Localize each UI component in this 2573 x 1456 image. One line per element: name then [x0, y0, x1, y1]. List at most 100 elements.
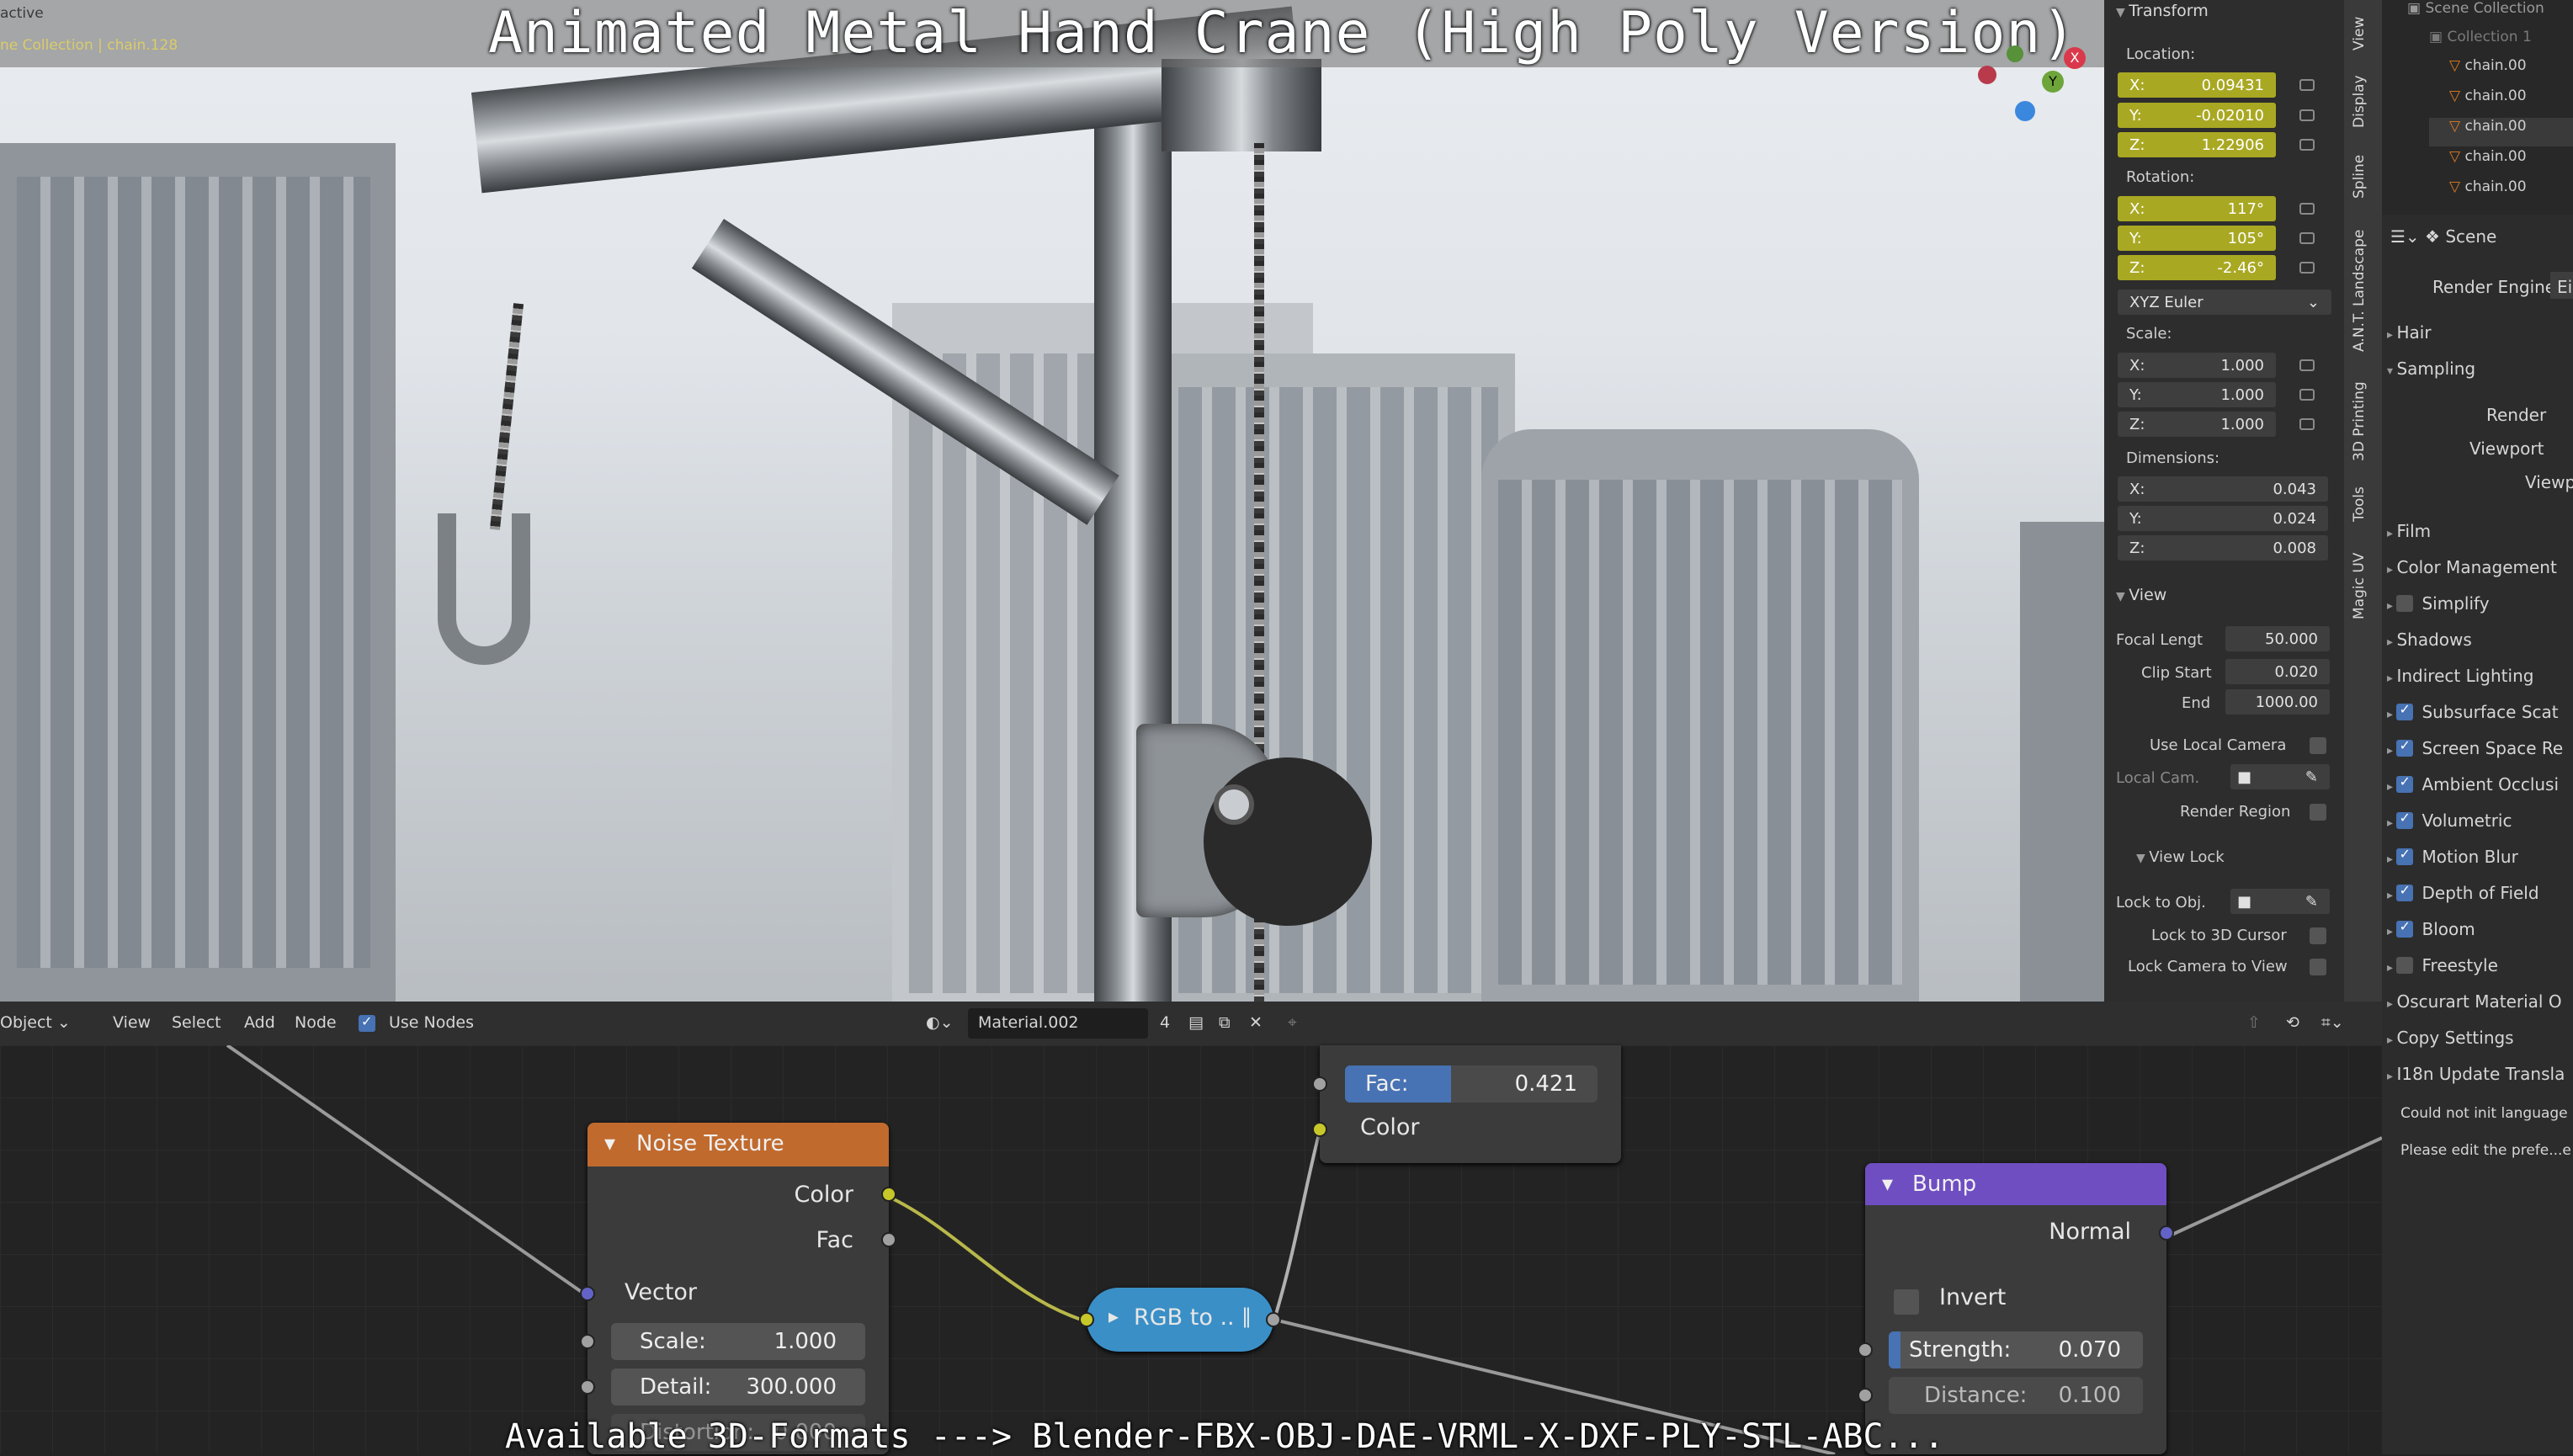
view-header[interactable]: ▼ View: [2116, 586, 2166, 604]
detail-field[interactable]: Detail: 300.000: [611, 1368, 865, 1406]
section-checkbox[interactable]: ✓: [2396, 846, 2414, 865]
focal-length-field[interactable]: 50.000: [2225, 626, 2330, 651]
mix-node[interactable]: Fac: 0.421 Color: [1312, 1045, 1621, 1163]
section-checkbox[interactable]: ✓: [2396, 810, 2414, 829]
outliner-item[interactable]: ▽ chain.00: [2429, 118, 2573, 146]
mode-select[interactable]: Object ⌄: [0, 1013, 71, 1032]
navigation-gizmo[interactable]: X Y: [1961, 34, 2087, 126]
section-checkbox[interactable]: ✓: [2396, 737, 2414, 757]
lock-icon[interactable]: [2299, 359, 2315, 371]
local-cam-field[interactable]: ■ ✎: [2230, 764, 2330, 789]
socket-normal-out[interactable]: [2159, 1225, 2174, 1241]
lock-camera-checkbox[interactable]: [2310, 959, 2326, 975]
section-checkbox[interactable]: ✓: [2396, 773, 2414, 793]
section-indirect-lighting[interactable]: ▸ Indirect Lighting: [2387, 666, 2533, 699]
section-ambient-occlusi[interactable]: ▸ ✓ Ambient Occlusi: [2387, 773, 2559, 808]
socket-val-out[interactable]: [1266, 1312, 1281, 1327]
section-checkbox[interactable]: ✓: [2396, 882, 2414, 901]
gizmo-y-axis[interactable]: Y: [2042, 71, 2064, 93]
browse-icon[interactable]: ▤: [1188, 1013, 1204, 1032]
section-hair[interactable]: ▸ Hair: [2387, 322, 2432, 356]
socket-color-out[interactable]: [881, 1187, 896, 1202]
outliner-item[interactable]: ▽ chain.00: [2449, 178, 2573, 207]
bump-node[interactable]: ▾ Bump Normal Invert Strength: 0.070 Dis…: [1858, 1163, 2174, 1454]
outliner-item[interactable]: ▽ chain.00: [2449, 57, 2573, 86]
outliner-item[interactable]: ▽ chain.00: [2449, 88, 2573, 116]
socket-fac-in[interactable]: [1312, 1076, 1327, 1092]
tab-3d-printing[interactable]: 3D Printing: [2351, 381, 2368, 461]
collapse-icon[interactable]: ▾: [1882, 1172, 1893, 1197]
section-simplify[interactable]: ▸ Simplify: [2387, 593, 2490, 627]
rotation-z-field[interactable]: Z: -2.46°: [2118, 255, 2276, 280]
section-checkbox[interactable]: ✓: [2396, 701, 2414, 720]
render-region-checkbox[interactable]: [2310, 804, 2326, 821]
tab-ant-landscape[interactable]: A.N.T. Landscape: [2351, 230, 2368, 352]
clip-start-field[interactable]: 0.020: [2225, 659, 2330, 684]
scale-field[interactable]: Scale: 1.000: [611, 1323, 865, 1360]
eyedropper-icon[interactable]: ✎: [2305, 893, 2318, 911]
socket-vector-in[interactable]: [580, 1286, 595, 1301]
gizmo-z-axis[interactable]: [2015, 101, 2035, 121]
view-lock-header[interactable]: ▼ View Lock: [2136, 848, 2225, 866]
socket-strength-in[interactable]: [1858, 1342, 1873, 1358]
outliner-collection[interactable]: ▣ Collection 1: [2429, 29, 2573, 57]
lock-icon[interactable]: [2299, 262, 2315, 274]
socket-color-in[interactable]: [1079, 1312, 1094, 1327]
gizmo-y-neg[interactable]: [2007, 45, 2023, 62]
invert-checkbox[interactable]: [1894, 1289, 1919, 1315]
strength-field[interactable]: Strength: 0.070: [1889, 1331, 2143, 1368]
eyedropper-icon[interactable]: ✎: [2305, 768, 2318, 786]
node-header[interactable]: ▾ Noise Texture: [587, 1123, 889, 1166]
section-screen-space-re[interactable]: ▸ ✓ Screen Space Re: [2387, 737, 2563, 772]
menu-view[interactable]: View: [113, 1013, 151, 1032]
socket-scale-in[interactable]: [580, 1334, 595, 1349]
outliner-scene-collection[interactable]: ▣ Scene Collection: [2407, 0, 2573, 29]
noise-texture-node[interactable]: ▾ Noise Texture Color Fac Vector Scale: …: [580, 1123, 896, 1454]
menu-select[interactable]: Select: [172, 1013, 221, 1032]
editor-type-icon[interactable]: ☰⌄: [2390, 226, 2425, 247]
lock-icon[interactable]: [2299, 79, 2315, 91]
section-subsurface-scat[interactable]: ▸ ✓ Subsurface Scat: [2387, 701, 2559, 736]
outliner-item[interactable]: ▽ chain.00: [2449, 148, 2573, 177]
lock-icon[interactable]: [2299, 203, 2315, 215]
use-local-camera-checkbox[interactable]: [2310, 737, 2326, 754]
fac-field[interactable]: Fac: 0.421: [1345, 1065, 1597, 1103]
section-i18n-update-transla[interactable]: ▸ I18n Update Transla: [2387, 1064, 2565, 1097]
section-checkbox[interactable]: [2396, 595, 2414, 612]
section-motion-blur[interactable]: ▸ ✓ Motion Blur: [2387, 846, 2518, 880]
menu-add[interactable]: Add: [244, 1013, 275, 1032]
scale-y-field[interactable]: Y: 1.000: [2118, 382, 2276, 407]
gizmo-x-axis[interactable]: X: [2064, 47, 2086, 69]
socket-color-in[interactable]: [1312, 1122, 1327, 1137]
collapse-icon[interactable]: ▾: [604, 1131, 615, 1156]
copy-icon[interactable]: ⧉: [1219, 1013, 1231, 1032]
scale-z-field[interactable]: Z: 1.000: [2118, 412, 2276, 437]
dimensions-x-field[interactable]: X: 0.043: [2118, 476, 2328, 502]
socket-detail-in[interactable]: [580, 1379, 595, 1395]
clip-end-field[interactable]: 1000.00: [2225, 689, 2330, 715]
distance-field[interactable]: Distance: 0.100: [1889, 1377, 2143, 1414]
tab-tools[interactable]: Tools: [2351, 486, 2368, 522]
pin-icon[interactable]: ⌖: [1288, 1013, 1297, 1032]
scale-x-field[interactable]: X: 1.000: [2118, 353, 2276, 378]
section-freestyle[interactable]: ▸ Freestyle: [2387, 955, 2498, 989]
snap-settings-icon[interactable]: ⌗⌄: [2321, 1013, 2344, 1032]
node-canvas[interactable]: ▾ Noise Texture Color Fac Vector Scale: …: [0, 1045, 2382, 1454]
location-y-field[interactable]: Y: -0.02010: [2118, 103, 2276, 128]
properties-context[interactable]: ☰⌄ ❖ Scene: [2390, 226, 2573, 260]
rotation-y-field[interactable]: Y: 105°: [2118, 226, 2276, 251]
lock-icon[interactable]: [2299, 232, 2315, 244]
section-color-management[interactable]: ▸ Color Management: [2387, 557, 2557, 591]
snap-icon[interactable]: ⟲: [2286, 1013, 2299, 1032]
lock-icon[interactable]: [2299, 389, 2315, 401]
dimensions-y-field[interactable]: Y: 0.024: [2118, 506, 2328, 531]
material-users-count[interactable]: 4: [1160, 1013, 1170, 1032]
socket-distance-in[interactable]: [1858, 1388, 1873, 1403]
socket-fac-out[interactable]: [881, 1232, 896, 1247]
dimensions-z-field[interactable]: Z: 0.008: [2118, 535, 2328, 561]
tab-view[interactable]: View: [2351, 17, 2368, 50]
section-film[interactable]: ▸ Film: [2387, 521, 2431, 555]
expand-icon[interactable]: ▸: [1108, 1305, 1119, 1328]
lock-icon[interactable]: [2299, 139, 2315, 151]
rgb-to-bw-node[interactable]: ▸ RGB to .. ‖: [1079, 1288, 1281, 1352]
